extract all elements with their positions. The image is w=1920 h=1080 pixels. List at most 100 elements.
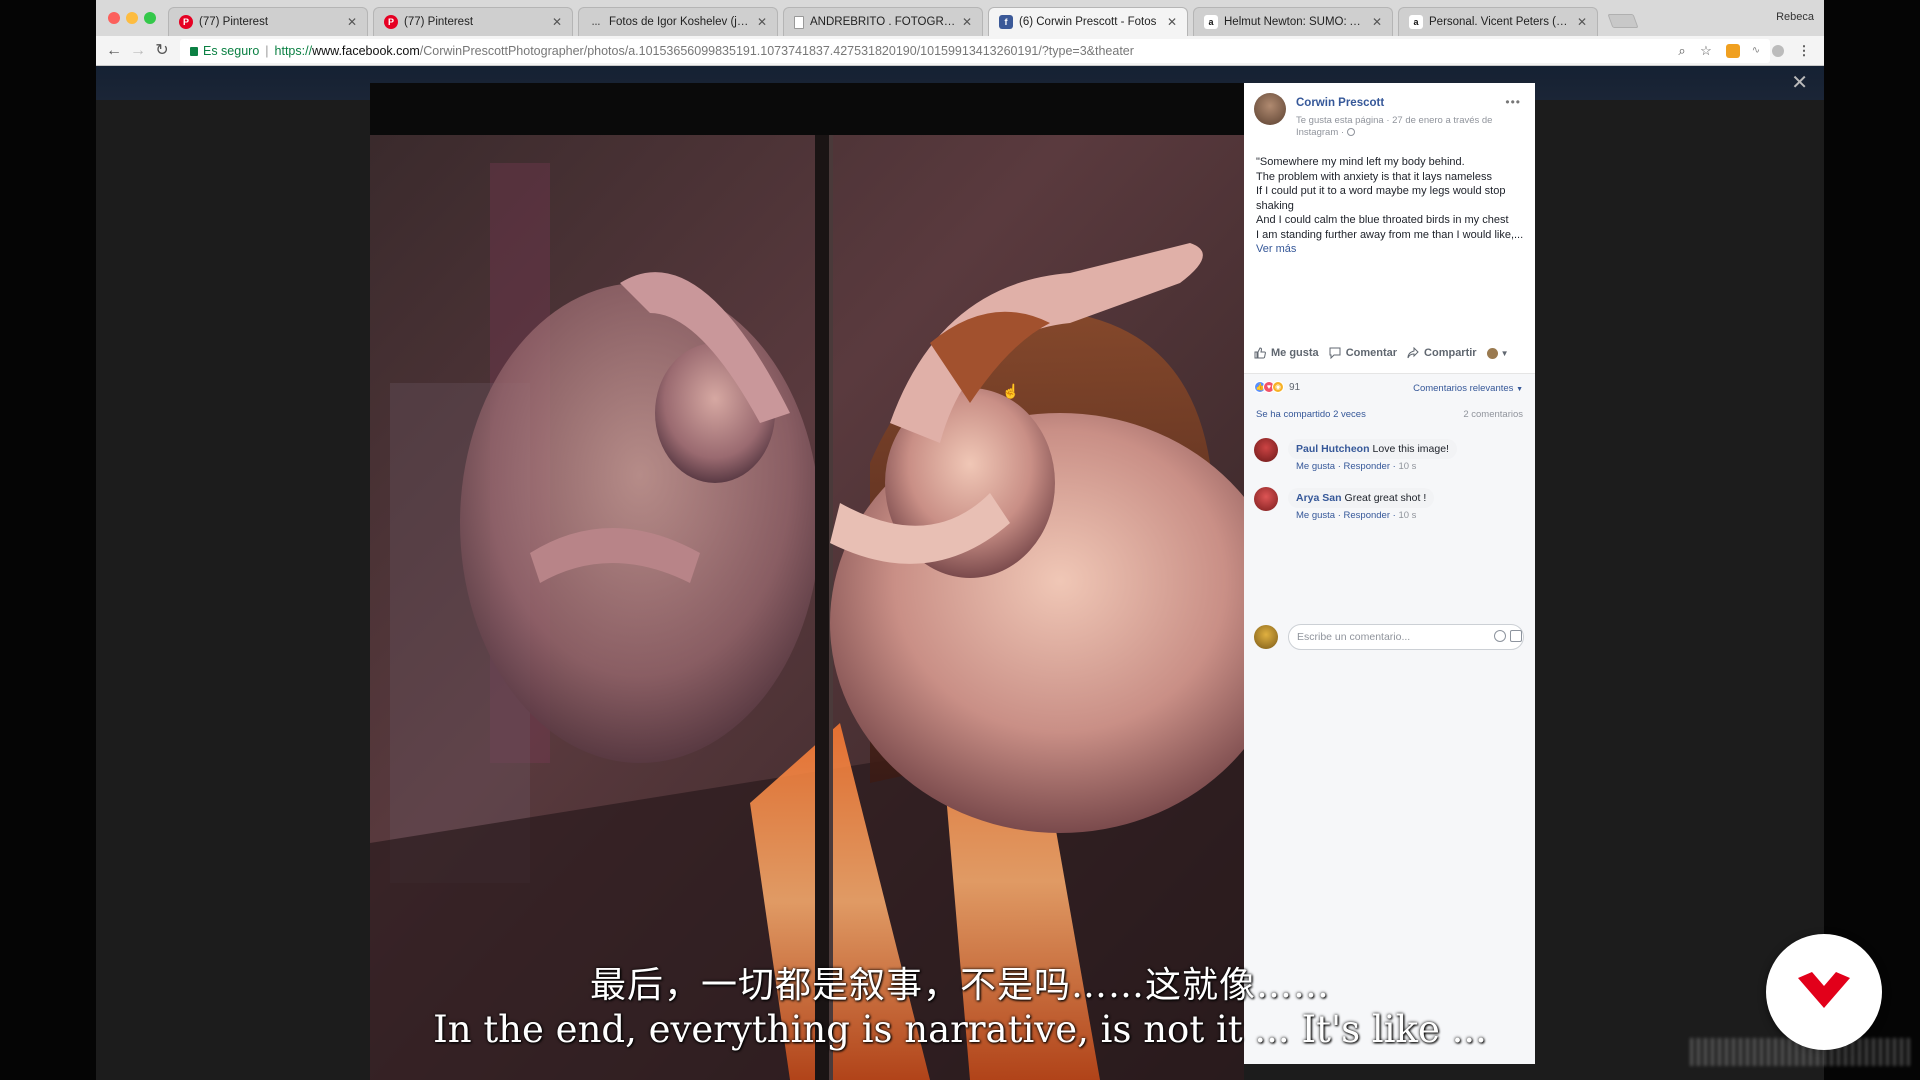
forward-arrow-icon[interactable]: → <box>128 41 148 61</box>
tab-close-icon[interactable]: ✕ <box>755 15 769 29</box>
profile-name[interactable]: Rebeca <box>1776 11 1814 23</box>
comment-like-link[interactable]: Me gusta <box>1296 461 1335 472</box>
like-button[interactable]: Me gusta <box>1254 347 1319 359</box>
mouse-cursor-icon: ☝ <box>1002 383 1020 399</box>
screen: P (77) Pinterest ✕ P (77) Pinterest ✕ … … <box>0 0 1920 1080</box>
address-bar[interactable]: Es seguro | https://www.facebook.com/Corwi… <box>180 39 1770 63</box>
tab-andrebrito[interactable]: ANDRÉBRITO . FOTOGRAFIA ✕ <box>783 7 983 36</box>
secure-label: Es seguro <box>203 44 260 58</box>
url-scheme: https:// <box>274 44 313 58</box>
photo-image <box>370 83 1244 1080</box>
close-window-icon[interactable] <box>108 12 120 24</box>
zoom-search-icon[interactable]: ⌕ <box>1674 43 1690 59</box>
video-subtitles: 最后，一切都是叙事，不是吗……这就像…… In the end, everyth… <box>96 964 1824 1052</box>
more-options-icon[interactable]: ••• <box>1505 95 1521 109</box>
tab-title: (6) Corwin Prescott - Fotos <box>1019 16 1157 28</box>
comment-input[interactable]: Escribe un comentario... <box>1288 624 1524 650</box>
reactions-summary[interactable]: 👍 ♥ ◉ 91 <box>1254 381 1300 393</box>
chevron-down-icon: ▼ <box>1500 348 1509 358</box>
lock-icon <box>190 47 198 56</box>
comment-icon <box>1329 347 1341 359</box>
tab-close-icon[interactable]: ✕ <box>1370 15 1384 29</box>
comment-reply-link[interactable]: Responder <box>1344 461 1390 472</box>
globe-icon <box>1346 128 1355 137</box>
post-text-line: I am standing further away from me than … <box>1256 228 1524 241</box>
tab-pinterest-2[interactable]: P (77) Pinterest ✕ <box>373 7 573 36</box>
comment-sort-dropdown[interactable]: Comentarios relevantes ▼ <box>1413 383 1523 394</box>
new-tab-button[interactable] <box>1607 14 1639 28</box>
shares-link[interactable]: Se ha compartido 2 veces <box>1256 409 1366 420</box>
browser-toolbar: ← → ↻ Es seguro | https://www.facebook.com… <box>96 36 1824 66</box>
share-icon <box>1407 347 1419 359</box>
tab-vicent-peters[interactable]: a Personal. Vicent Peters (Photo ✕ <box>1398 7 1598 36</box>
like-label: Me gusta <box>1271 347 1319 359</box>
tab-title: Personal. Vicent Peters (Photo <box>1429 16 1571 28</box>
tab-close-icon[interactable]: ✕ <box>960 15 974 29</box>
subtitle-chinese: 最后，一切都是叙事，不是吗……这就像…… <box>589 965 1330 1006</box>
url-path: /CorwinPrescottPhotographer/photos/a.101… <box>419 44 1134 58</box>
post-author[interactable]: Corwin Prescott <box>1296 97 1384 109</box>
menu-dots-icon[interactable]: ⋮ <box>1796 43 1812 59</box>
watermark <box>1690 1038 1910 1066</box>
tab-title: (77) Pinterest <box>404 16 474 28</box>
subtitle-english: In the end, everything is narrative, is … <box>433 1008 1487 1051</box>
extension-icon[interactable]: ∿ <box>1748 43 1764 59</box>
back-arrow-icon[interactable]: ← <box>104 41 124 61</box>
comment-button[interactable]: Comentar <box>1329 347 1397 359</box>
tab-close-icon[interactable]: ✕ <box>345 15 359 29</box>
page-selector-button[interactable]: ▼ <box>1486 347 1509 359</box>
extension-icon[interactable] <box>1726 44 1740 58</box>
share-label: Compartir <box>1424 347 1477 359</box>
chevron-down-icon: ▼ <box>1516 386 1523 393</box>
url-host: www.facebook.com <box>312 44 420 58</box>
commenter-avatar[interactable] <box>1254 487 1278 511</box>
pinterest-icon: P <box>179 15 193 29</box>
author-avatar[interactable] <box>1254 93 1286 125</box>
commenter-name[interactable]: Paul Hutcheon <box>1296 443 1370 455</box>
close-icon[interactable]: ✕ <box>1791 70 1808 95</box>
tab-pinterest-1[interactable]: P (77) Pinterest ✕ <box>168 7 368 36</box>
wow-reaction-icon: ◉ <box>1272 381 1284 393</box>
commenter-name[interactable]: Arya San <box>1296 492 1342 504</box>
commenter-avatar[interactable] <box>1254 438 1278 462</box>
extension-icon[interactable] <box>1772 45 1784 57</box>
page-avatar-icon <box>1486 347 1498 359</box>
tab-corwin-prescott[interactable]: f (6) Corwin Prescott - Fotos ✕ <box>988 7 1188 36</box>
post-text-line: And I could calm the blue throated birds… <box>1256 214 1509 226</box>
comment-count[interactable]: 2 comentarios <box>1463 409 1523 420</box>
logo-mark-icon <box>1798 972 1850 1008</box>
sticker-icon[interactable] <box>1510 630 1522 642</box>
comment-bubble: Paul Hutcheon Love this image! <box>1288 439 1457 459</box>
pinterest-icon: P <box>384 15 398 29</box>
see-more-link[interactable]: Ver más <box>1256 243 1296 255</box>
tab-helmut-newton[interactable]: a Helmut Newton: SUMO: Amaz ✕ <box>1193 7 1393 36</box>
comment-like-link[interactable]: Me gusta <box>1296 510 1335 521</box>
tab-close-icon[interactable]: ✕ <box>1165 15 1179 29</box>
comment-time: 10 s <box>1398 510 1417 521</box>
emoji-icon[interactable] <box>1494 630 1506 642</box>
post-text-line: "Somewhere my mind left my body behind. <box>1256 156 1465 168</box>
tab-close-icon[interactable]: ✕ <box>550 15 564 29</box>
maximize-window-icon[interactable] <box>144 12 156 24</box>
user-avatar <box>1254 625 1278 649</box>
bookmark-star-icon[interactable]: ☆ <box>1698 43 1714 59</box>
post-meta: Te gusta esta página · 27 de enero a tra… <box>1296 115 1526 139</box>
comment-reply-link[interactable]: Responder <box>1344 510 1390 521</box>
facebook-icon: f <box>999 15 1013 29</box>
reaction-count: 91 <box>1289 381 1301 393</box>
comment-composer: Escribe un comentario... <box>1254 622 1524 652</box>
thumbs-up-icon <box>1254 347 1266 359</box>
post-actions: Me gusta Comentar Compartir ▼ <box>1254 344 1526 362</box>
tab-close-icon[interactable]: ✕ <box>1575 15 1589 29</box>
tab-igor-koshelev[interactable]: … Fotos de Igor Koshelev (jackvi ✕ <box>578 7 778 36</box>
post-text-line: If I could put it to a word maybe my leg… <box>1256 185 1506 212</box>
channel-logo <box>1766 934 1882 1050</box>
photo-viewer[interactable]: ☝ <box>370 83 1244 1080</box>
minimize-window-icon[interactable] <box>126 12 138 24</box>
share-button[interactable]: Compartir <box>1407 347 1477 359</box>
reload-icon[interactable]: ↻ <box>152 41 172 61</box>
post-text-line: The problem with anxiety is that it lays… <box>1256 170 1492 183</box>
tab-title: (77) Pinterest <box>199 16 269 28</box>
comment-actions: Me gusta · Responder · 10 s <box>1296 461 1417 472</box>
tab-title: Helmut Newton: SUMO: Amaz <box>1224 16 1366 28</box>
